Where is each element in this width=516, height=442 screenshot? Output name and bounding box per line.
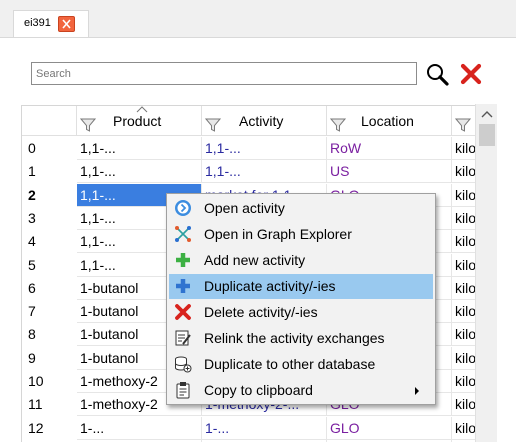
menu-item-label: Copy to clipboard bbox=[204, 382, 313, 398]
row-number[interactable]: 12 bbox=[22, 417, 76, 440]
relink-icon bbox=[175, 330, 191, 346]
menu-item-copy-to-clipboard[interactable]: Copy to clipboard bbox=[169, 378, 433, 403]
clear-search-button[interactable] bbox=[458, 61, 484, 87]
filter-icon[interactable] bbox=[80, 117, 96, 133]
location-column-header[interactable]: Location bbox=[327, 106, 452, 136]
menu-item-duplicate-to-database[interactable]: Duplicate to other database bbox=[169, 352, 433, 377]
duplicate-icon bbox=[176, 279, 190, 293]
location-cell[interactable]: RoW bbox=[327, 137, 452, 160]
product-cell[interactable]: 1,1-... bbox=[77, 160, 202, 184]
row-number[interactable]: 4 bbox=[22, 230, 76, 253]
search-input[interactable] bbox=[31, 62, 417, 85]
product-header-label: Product bbox=[113, 113, 162, 129]
menu-item-delete-activities[interactable]: Delete activity/-ies bbox=[169, 300, 433, 325]
row-number[interactable]: 7 bbox=[22, 300, 76, 323]
menu-item-add-new-activity[interactable]: Add new activity bbox=[169, 248, 433, 273]
row-number[interactable]: 8 bbox=[22, 323, 76, 346]
activity-cell[interactable]: 1-... bbox=[202, 416, 327, 440]
row-number[interactable]: 2 bbox=[22, 184, 76, 207]
filter-icon[interactable] bbox=[205, 117, 221, 133]
delete-icon bbox=[175, 304, 191, 320]
location-cell[interactable]: GLO bbox=[327, 416, 452, 440]
location-cell[interactable]: US bbox=[327, 160, 452, 184]
activity-cell[interactable]: 1,1-... bbox=[202, 160, 327, 184]
menu-item-label: Open in Graph Explorer bbox=[204, 226, 352, 242]
menu-item-label: Relink the activity exchanges bbox=[204, 330, 385, 346]
tab-bar: ei391 bbox=[0, 0, 516, 38]
row-number[interactable]: 9 bbox=[22, 347, 76, 370]
row-number[interactable]: 5 bbox=[22, 254, 76, 277]
graph-explorer-icon bbox=[175, 226, 191, 242]
clipboard-icon bbox=[176, 382, 190, 399]
scroll-up-icon bbox=[481, 111, 493, 118]
scrollbar-thumb[interactable] bbox=[479, 124, 495, 146]
product-column-header[interactable]: Product bbox=[77, 106, 202, 136]
menu-item-label: Delete activity/-ies bbox=[204, 304, 318, 320]
row-number[interactable]: 11 bbox=[22, 393, 76, 416]
database-icon bbox=[175, 356, 192, 373]
row-number[interactable]: 0 bbox=[22, 137, 76, 160]
context-menu: Open activity Open in Graph Explorer Add… bbox=[166, 193, 436, 405]
plus-icon bbox=[176, 253, 190, 267]
menu-item-relink-exchanges[interactable]: Relink the activity exchanges bbox=[169, 326, 433, 351]
activity-cell[interactable]: 1,1-... bbox=[202, 137, 327, 160]
tab-ei391[interactable]: ei391 bbox=[13, 10, 89, 38]
activity-header-label: Activity bbox=[239, 113, 284, 129]
vertical-scrollbar[interactable] bbox=[475, 104, 497, 442]
filter-icon[interactable] bbox=[455, 117, 471, 133]
menu-item-open-activity[interactable]: Open activity bbox=[169, 196, 433, 221]
red-x-icon bbox=[460, 63, 482, 85]
magnifier-icon bbox=[427, 64, 449, 86]
submenu-arrow-icon bbox=[415, 387, 419, 395]
location-header-label: Location bbox=[361, 113, 414, 129]
menu-item-label: Duplicate to other database bbox=[204, 356, 376, 372]
menu-item-label: Open activity bbox=[204, 200, 285, 216]
filter-icon[interactable] bbox=[330, 117, 346, 133]
row-number[interactable]: 1 bbox=[22, 160, 76, 183]
sort-ascending-icon bbox=[136, 106, 148, 113]
product-cell[interactable]: 1,1-... bbox=[77, 137, 202, 160]
menu-item-label: Duplicate activity/-ies bbox=[204, 278, 336, 294]
tab-label: ei391 bbox=[24, 17, 51, 29]
menu-item-duplicate-activities[interactable]: Duplicate activity/-ies bbox=[169, 274, 433, 299]
row-number[interactable]: 10 bbox=[22, 370, 76, 393]
menu-item-label: Add new activity bbox=[204, 252, 306, 268]
row-number[interactable]: 6 bbox=[22, 277, 76, 300]
open-activity-icon bbox=[175, 200, 191, 216]
close-tab-icon[interactable] bbox=[58, 16, 75, 32]
row-number-header bbox=[22, 106, 77, 136]
activity-column-header[interactable]: Activity bbox=[202, 106, 327, 136]
menu-item-open-graph-explorer[interactable]: Open in Graph Explorer bbox=[169, 222, 433, 247]
row-number[interactable]: 3 bbox=[22, 207, 76, 230]
search-button[interactable] bbox=[424, 61, 450, 87]
product-cell[interactable]: 1-... bbox=[77, 416, 202, 440]
